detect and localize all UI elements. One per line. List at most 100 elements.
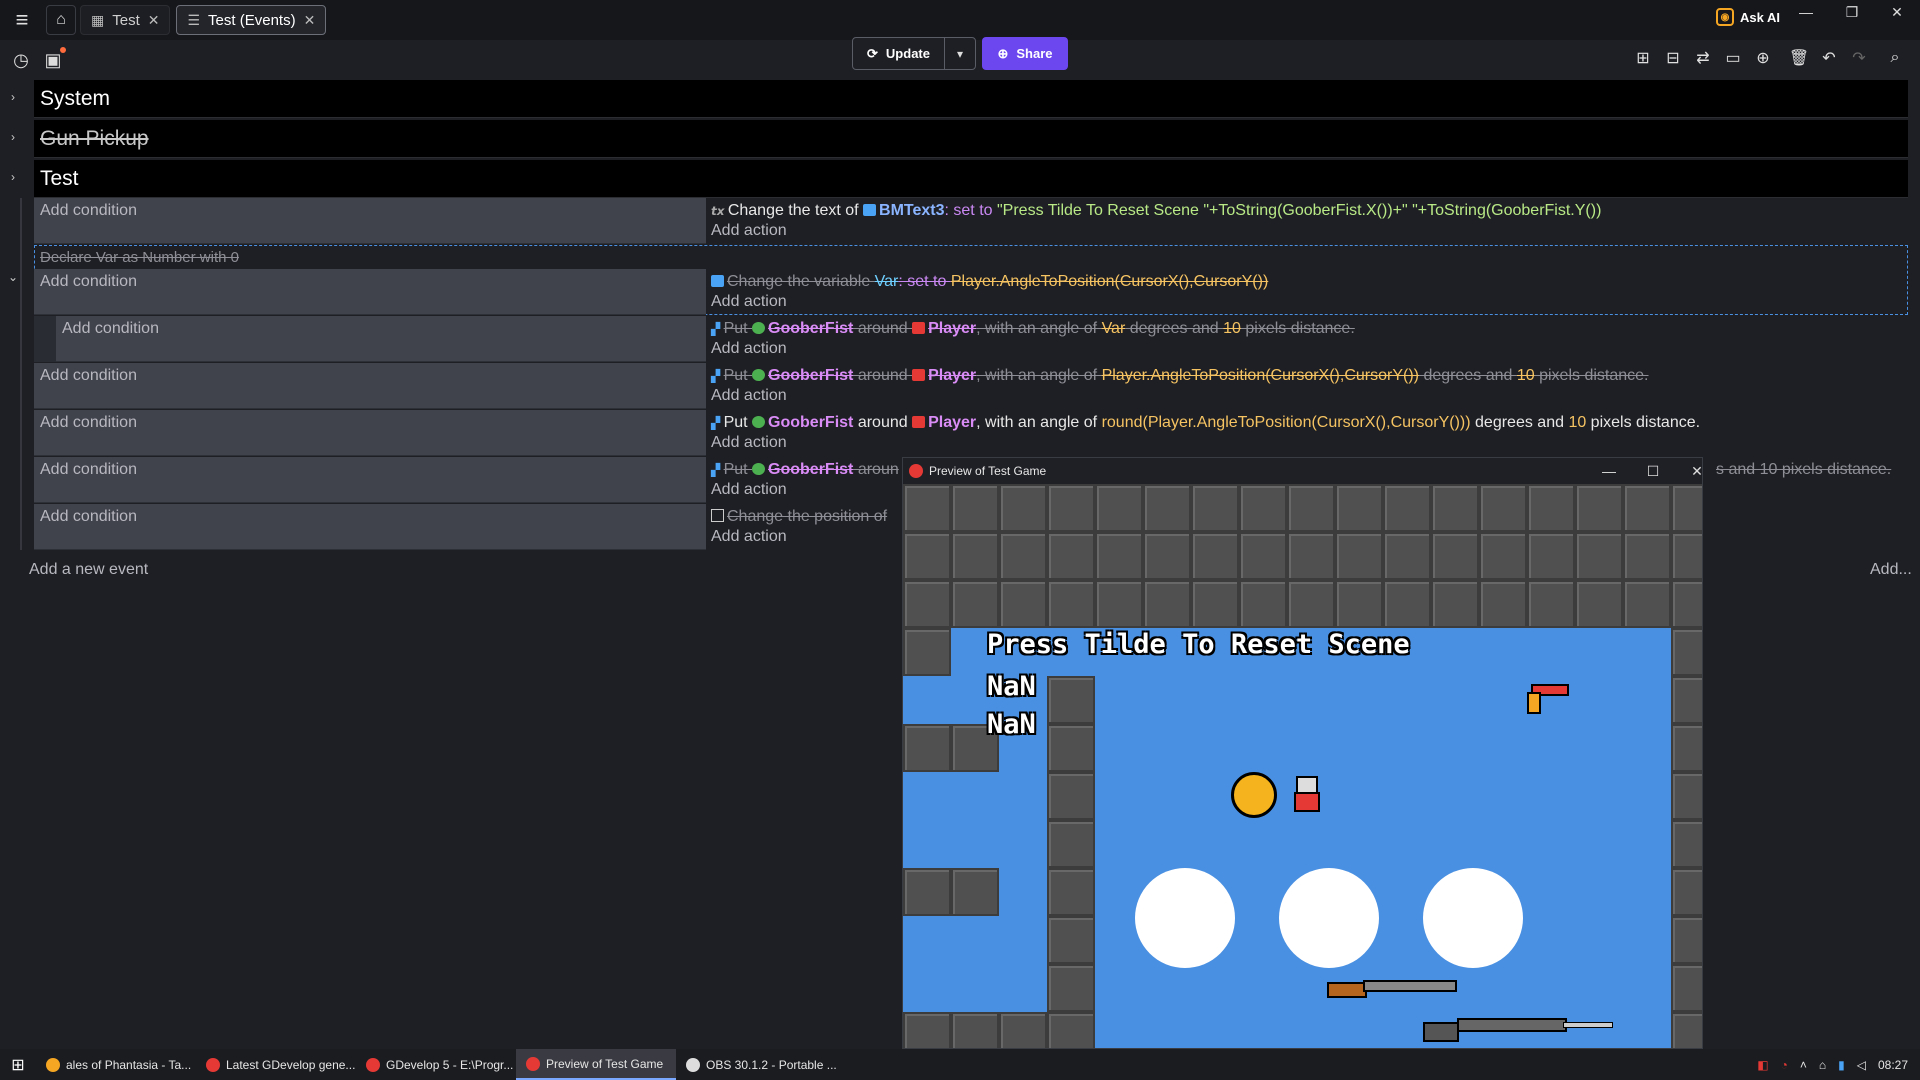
wall-tile	[1671, 964, 1702, 1012]
maximize-icon[interactable]: ☐	[1633, 458, 1673, 484]
group-title: System	[40, 86, 111, 110]
group-gun-pickup[interactable]: Gun Pickup	[34, 120, 1908, 158]
add-action[interactable]: Add action	[711, 387, 787, 405]
search-icon[interactable]: ⌕	[1884, 47, 1906, 69]
chevron-down-icon[interactable]: ⌄	[6, 270, 20, 284]
tab-test-events[interactable]: ☰ Test (Events) ✕	[176, 5, 327, 35]
taskbar-item[interactable]: Preview of Test Game	[516, 1049, 676, 1080]
update-dropdown-button[interactable]: ▾	[944, 37, 976, 70]
group-system[interactable]: System	[34, 80, 1908, 118]
tray-app-icon[interactable]: ◧	[1757, 1058, 1768, 1072]
wall-tile	[1239, 580, 1287, 628]
taskbar-item[interactable]: ales of Phantasia - Ta...	[36, 1049, 196, 1080]
undo-icon[interactable]: ↶	[1818, 47, 1840, 69]
add-condition[interactable]: Add condition	[56, 316, 706, 362]
tab-test[interactable]: ▦ Test ✕	[80, 5, 171, 35]
add-condition[interactable]: Add condition	[34, 363, 706, 409]
add-circle-icon[interactable]: ⊕	[1752, 47, 1774, 69]
add-condition[interactable]: Add condition	[34, 198, 706, 244]
redo-icon[interactable]: ↷	[1848, 47, 1870, 69]
declare-variable[interactable]: Declare Var as Number with 0	[40, 249, 239, 266]
close-icon[interactable]: ✕	[148, 12, 160, 29]
taskbar-item[interactable]: GDevelop 5 - E:\Progr...	[356, 1049, 516, 1080]
windows-start-icon[interactable]: ⊞	[0, 1049, 36, 1080]
action-text: Put	[723, 461, 753, 478]
add-action[interactable]: Add action	[711, 340, 787, 358]
event-action[interactable]: ▞ Put GooberFist around Player, with an …	[706, 316, 1908, 362]
ask-ai-button[interactable]: ◉ Ask AI	[1716, 8, 1780, 26]
taskbar-item[interactable]: OBS 30.1.2 - Portable ...	[676, 1049, 836, 1080]
add-more-button[interactable]: Add...	[1870, 561, 1912, 579]
volume-icon[interactable]: ◁	[1857, 1058, 1866, 1072]
update-button[interactable]: ⟳ Update	[852, 37, 945, 70]
add-event-icon[interactable]: ⊞	[1632, 47, 1654, 69]
share-button[interactable]: ⊕ Share	[982, 37, 1068, 70]
game-canvas[interactable]: Press Tilde To Reset Scene NaN NaN	[903, 484, 1702, 1048]
add-condition-label: Add condition	[40, 414, 137, 431]
add-action[interactable]: Add action	[711, 481, 787, 499]
event-action[interactable]: 𝙩𝙭 Change the text of BMText3: set to "P…	[706, 198, 1908, 244]
add-condition[interactable]: Add condition	[34, 504, 706, 550]
add-action[interactable]: Add action	[711, 222, 787, 240]
chevron-right-icon[interactable]: ›	[6, 170, 20, 184]
action-value: Player.AngleToPosition(CursorX(),CursorY…	[950, 273, 1269, 290]
film-icon: ▦	[91, 11, 105, 28]
wall-tile	[1671, 868, 1702, 916]
chevron-right-icon[interactable]: ›	[6, 130, 20, 144]
chevron-right-icon[interactable]: ›	[6, 90, 20, 104]
white-circle	[1279, 868, 1379, 968]
save-icon[interactable]: ▣	[40, 47, 66, 73]
add-subevent-icon[interactable]: ⊟	[1662, 47, 1684, 69]
checkbox-icon	[711, 509, 724, 522]
minimize-icon[interactable]: —	[1786, 0, 1826, 24]
network-icon[interactable]: ▮	[1838, 1058, 1845, 1072]
position-icon: ▞	[711, 369, 724, 383]
add-action[interactable]: Add action	[711, 434, 787, 452]
close-icon[interactable]: ✕	[304, 12, 316, 29]
clock[interactable]: 08:27	[1878, 1058, 1908, 1072]
restore-icon[interactable]: ❐	[1832, 0, 1872, 24]
taskbar-item[interactable]: Latest GDevelop gene...	[196, 1049, 356, 1080]
history-icon[interactable]: ◷	[8, 47, 34, 73]
wall-tile	[1623, 532, 1671, 580]
event-action[interactable]: ▞ Put GooberFist around Player, with an …	[706, 363, 1908, 409]
add-new-event[interactable]: Add a new event	[29, 561, 148, 579]
wall-tile	[1143, 484, 1191, 532]
minimize-icon[interactable]: —	[1589, 458, 1629, 484]
add-condition-label: Add condition	[40, 273, 137, 290]
comment-icon[interactable]: ▭	[1722, 47, 1744, 69]
add-other-icon[interactable]: ⇄	[1692, 47, 1714, 69]
action-value: round(Player.AngleToPosition(CursorX(),C…	[1101, 414, 1471, 431]
game-nan-y: NaN	[987, 709, 1036, 740]
add-action[interactable]: Add action	[711, 528, 787, 546]
tray-gdevelop-icon[interactable]: ◔	[1781, 1058, 1788, 1072]
group-title: Gun Pickup	[40, 126, 149, 150]
action-text: degrees and	[1470, 414, 1569, 431]
delete-icon[interactable]: 🗑	[1788, 47, 1810, 69]
event-action[interactable]: ▞ Put GooberFist around Player, with an …	[706, 410, 1908, 456]
add-condition[interactable]: Add condition	[34, 457, 706, 503]
action-text: pixels distance.	[1240, 320, 1355, 337]
wall-tile	[1047, 772, 1095, 820]
add-condition[interactable]: Add condition	[34, 269, 706, 315]
wall-tile	[1047, 676, 1095, 724]
taskbar-label: ales of Phantasia - Ta...	[66, 1057, 192, 1072]
home-icon[interactable]: ⌂	[46, 5, 76, 35]
wall-tile	[1479, 484, 1527, 532]
close-icon[interactable]: ✕	[1677, 458, 1702, 484]
wall-tile	[903, 484, 951, 532]
action-text: Change the variable	[727, 273, 875, 290]
add-action[interactable]: Add action	[711, 293, 787, 311]
menu-icon[interactable]: ≡	[0, 0, 44, 40]
chevron-up-icon[interactable]: ˄	[1800, 1058, 1807, 1072]
add-condition[interactable]: Add condition	[34, 410, 706, 456]
wall-tile	[903, 1012, 951, 1048]
wall-tile	[1431, 580, 1479, 628]
event-action[interactable]: Change the variable Var: set to Player.A…	[706, 269, 1908, 315]
close-window-icon[interactable]: ✕	[1877, 0, 1917, 24]
group-test[interactable]: Test	[34, 160, 1908, 198]
wall-tile	[1671, 484, 1702, 532]
app-icon	[526, 1056, 540, 1071]
preview-titlebar[interactable]: Preview of Test Game	[903, 458, 1702, 484]
gamepad-icon[interactable]: ⌂	[1819, 1058, 1826, 1072]
